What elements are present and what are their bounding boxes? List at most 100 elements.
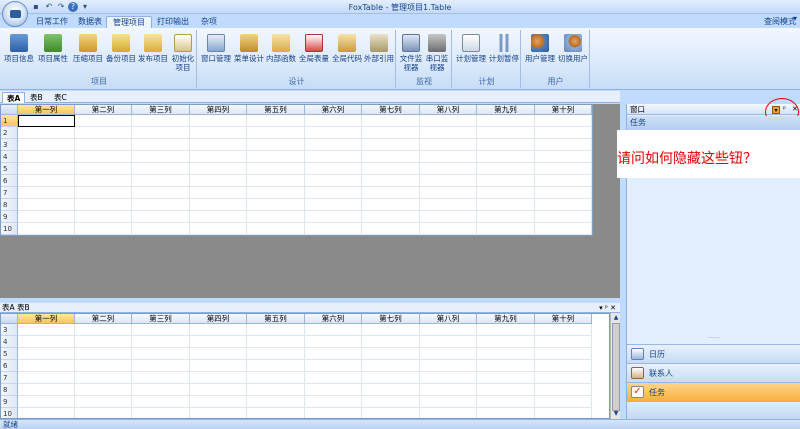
table-cell[interactable] [132, 115, 190, 127]
table-cell[interactable] [362, 175, 420, 187]
view-mode-label[interactable]: 查阅模式 [764, 16, 796, 27]
table-cell[interactable] [247, 187, 305, 199]
table-cell[interactable] [247, 408, 305, 418]
table-cell[interactable] [75, 175, 132, 187]
row-header[interactable]: 3 [1, 139, 18, 151]
project-properties-button[interactable]: 项目属性 [36, 34, 70, 63]
table-cell[interactable] [18, 324, 75, 336]
publish-project-button[interactable]: 发布项目 [137, 34, 169, 63]
table-cell[interactable] [420, 324, 477, 336]
table-cell[interactable] [18, 223, 75, 235]
plan-management-button[interactable]: 计划管理 [455, 34, 487, 63]
help-icon[interactable]: ? [68, 2, 78, 12]
table-cell[interactable] [247, 324, 305, 336]
table-cell[interactable] [75, 211, 132, 223]
table-cell[interactable] [190, 127, 247, 139]
backup-project-button[interactable]: 备份项目 [105, 34, 137, 63]
table-cell[interactable] [305, 187, 362, 199]
table-cell[interactable] [247, 336, 305, 348]
row-header[interactable]: 1 [1, 115, 18, 127]
customize-icon[interactable]: ▾ [80, 2, 90, 12]
table-cell[interactable] [18, 127, 75, 139]
table-cell[interactable] [132, 151, 190, 163]
table-cell[interactable] [305, 211, 362, 223]
table-cell[interactable] [535, 127, 592, 139]
table-cell[interactable] [477, 372, 535, 384]
table-cell[interactable] [190, 396, 247, 408]
tab-print-output[interactable]: 打印输出 [151, 16, 195, 28]
window-management-button[interactable]: 窗口管理 [200, 34, 232, 63]
table-cell[interactable] [247, 396, 305, 408]
table-cell[interactable] [535, 163, 592, 175]
table-cell[interactable] [18, 187, 75, 199]
table-cell[interactable] [305, 127, 362, 139]
table-cell[interactable] [305, 384, 362, 396]
table-cell[interactable] [247, 163, 305, 175]
table-cell[interactable] [247, 384, 305, 396]
table-cell[interactable] [132, 211, 190, 223]
table-cell[interactable] [420, 360, 477, 372]
table-cell[interactable] [477, 187, 535, 199]
table-cell[interactable] [190, 211, 247, 223]
table-cell[interactable] [477, 115, 535, 127]
scroll-up-icon[interactable]: ▲ [612, 314, 620, 322]
table-cell[interactable] [535, 115, 592, 127]
column-header[interactable]: 第三列 [132, 105, 190, 115]
table-cell[interactable] [18, 175, 75, 187]
table-cell[interactable] [132, 408, 190, 418]
table-cell[interactable] [75, 139, 132, 151]
table-cell[interactable] [132, 187, 190, 199]
table-cell[interactable] [420, 396, 477, 408]
table-cell[interactable] [477, 360, 535, 372]
row-header[interactable]: 6 [1, 175, 18, 187]
table-cell[interactable] [362, 187, 420, 199]
column-header[interactable]: 第四列 [190, 105, 247, 115]
external-references-button[interactable]: 外部引用 [363, 34, 395, 63]
panel-close-icon[interactable]: ▾ ᵖ ✕ [599, 303, 616, 313]
table-cell[interactable] [420, 163, 477, 175]
application-menu-button[interactable] [2, 1, 28, 27]
table-cell[interactable] [190, 372, 247, 384]
row-header[interactable]: 7 [1, 187, 18, 199]
internal-functions-button[interactable]: 内部函数 [265, 34, 297, 63]
table-cell[interactable] [190, 187, 247, 199]
table-cell[interactable] [18, 336, 75, 348]
row-header[interactable]: 10 [1, 408, 18, 418]
row-header[interactable]: 5 [1, 348, 18, 360]
table-cell[interactable] [132, 336, 190, 348]
column-header[interactable]: 第八列 [420, 105, 477, 115]
row-header[interactable]: 4 [1, 151, 18, 163]
menu-design-button[interactable]: 菜单设计 [233, 34, 265, 63]
table-cell[interactable] [420, 151, 477, 163]
table-cell[interactable] [420, 384, 477, 396]
undo-icon[interactable]: ↶ [44, 2, 54, 12]
table-cell[interactable] [75, 408, 132, 418]
table-cell[interactable] [420, 348, 477, 360]
table-cell[interactable] [305, 115, 362, 127]
table-cell[interactable] [190, 199, 247, 211]
nav-button-tasks[interactable]: ✓ 任务 [627, 382, 800, 401]
table-cell[interactable] [477, 384, 535, 396]
table-cell[interactable] [132, 360, 190, 372]
pane-splitter-grip[interactable]: ······· [627, 336, 800, 342]
table-cell[interactable] [535, 384, 592, 396]
table-cell[interactable] [132, 324, 190, 336]
table-cell[interactable] [362, 396, 420, 408]
table-cell[interactable] [75, 127, 132, 139]
table-cell[interactable] [362, 372, 420, 384]
table-cell[interactable] [362, 199, 420, 211]
table-cell[interactable] [132, 127, 190, 139]
table-cell[interactable] [362, 348, 420, 360]
table-cell[interactable] [18, 372, 75, 384]
table-cell[interactable] [535, 139, 592, 151]
column-header[interactable]: 第九列 [477, 314, 535, 324]
table-cell[interactable] [535, 336, 592, 348]
table-cell[interactable] [75, 348, 132, 360]
table-cell[interactable] [132, 372, 190, 384]
table-cell[interactable] [535, 211, 592, 223]
table-cell[interactable] [535, 408, 592, 418]
column-header[interactable]: 第八列 [420, 314, 477, 324]
table-cell[interactable] [305, 336, 362, 348]
table-cell[interactable] [18, 199, 75, 211]
table-cell[interactable] [420, 187, 477, 199]
